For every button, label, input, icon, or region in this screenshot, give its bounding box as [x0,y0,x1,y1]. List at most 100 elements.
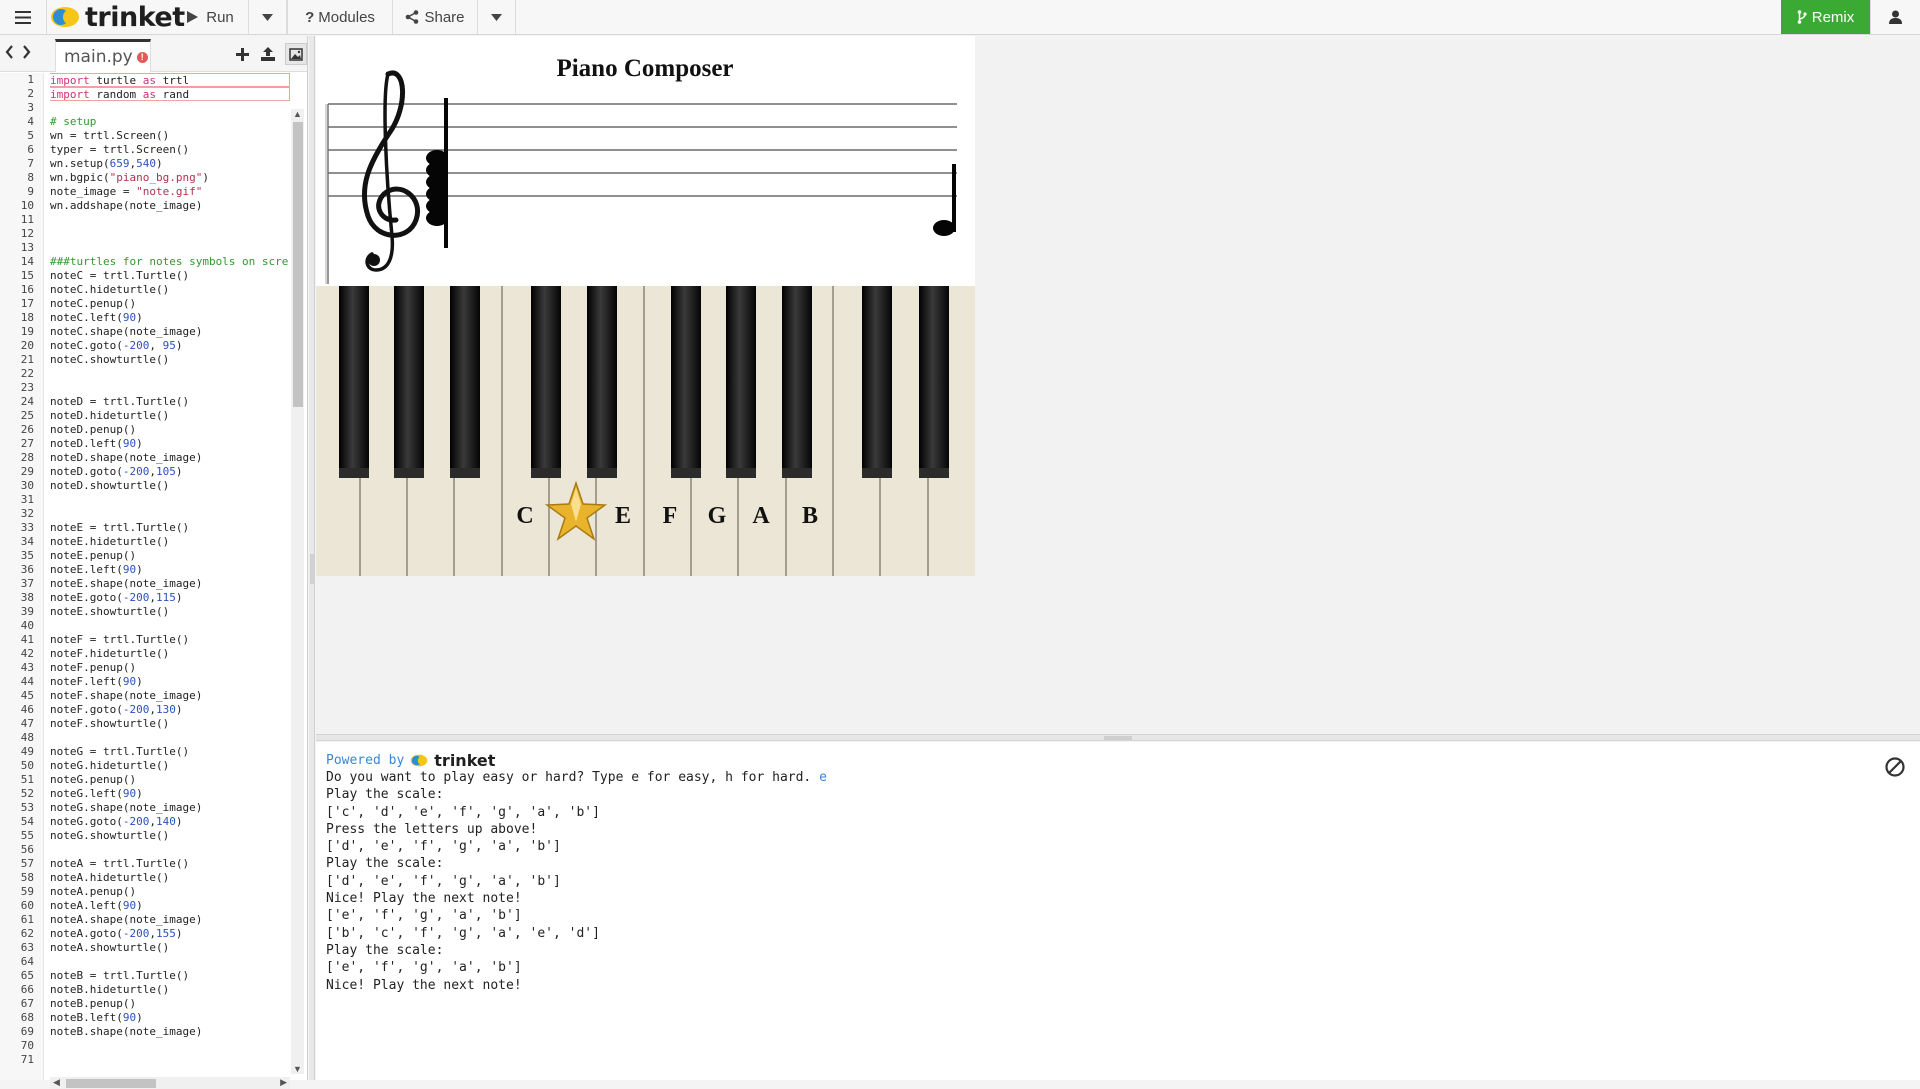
code-line[interactable]: noteC.hideturtle() [50,283,290,297]
code-line[interactable]: noteD = trtl.Turtle() [50,395,290,409]
trinket-logo[interactable]: trinket [50,1,185,33]
code-line[interactable]: noteE.showturtle() [50,605,290,619]
code-line[interactable]: noteG = trtl.Turtle() [50,745,290,759]
code-line[interactable]: wn.bgpic("piano_bg.png") [50,171,290,185]
splitter-grip[interactable] [1104,736,1132,740]
run-button[interactable]: Run [173,0,249,34]
code-line[interactable]: noteE.shape(note_image) [50,577,290,591]
code-line[interactable]: noteE.goto(-200,115) [50,591,290,605]
code-line[interactable] [50,955,290,969]
code-line[interactable]: noteA.penup() [50,885,290,899]
horizontal-pane-splitter[interactable] [316,734,1920,741]
code-line[interactable] [50,367,290,381]
code-line[interactable]: noteD.penup() [50,423,290,437]
code-line[interactable]: noteG.showturtle() [50,829,290,843]
share-options-dropdown[interactable] [478,0,516,34]
scrollbar-thumb[interactable] [293,122,303,407]
code-line[interactable]: noteC.penup() [50,297,290,311]
file-tab-main-py[interactable]: main.py ! [55,39,151,72]
code-line[interactable]: noteC = trtl.Turtle() [50,269,290,283]
code-line[interactable]: noteB.left(90) [50,1011,290,1025]
code-line[interactable]: noteE.left(90) [50,563,290,577]
console-output[interactable]: Powered by trinket Do you want to play e… [316,742,1920,1080]
scroll-down-icon[interactable]: ▼ [293,1064,302,1074]
code-line[interactable]: noteF = trtl.Turtle() [50,633,290,647]
modules-button[interactable]: ? Modules [287,0,393,34]
code-line[interactable]: noteG.penup() [50,773,290,787]
code-line[interactable]: noteF.goto(-200,130) [50,703,290,717]
image-library-button[interactable] [285,43,307,65]
code-line[interactable]: noteF.penup() [50,661,290,675]
menu-button[interactable] [0,0,47,34]
clear-console-button[interactable] [1884,756,1906,778]
code-line[interactable]: import random as rand [50,87,290,101]
code-line[interactable]: noteD.hideturtle() [50,409,290,423]
code-line[interactable]: # setup [50,115,290,129]
code-line[interactable]: noteE.hideturtle() [50,535,290,549]
code-line[interactable] [50,213,290,227]
code-line[interactable]: noteG.goto(-200,140) [50,815,290,829]
code-line[interactable]: noteA = trtl.Turtle() [50,857,290,871]
code-line[interactable]: wn = trtl.Screen() [50,129,290,143]
code-line[interactable]: noteD.showturtle() [50,479,290,493]
code-line[interactable]: noteC.shape(note_image) [50,325,290,339]
splitter-grip[interactable] [310,554,314,584]
code-line[interactable]: noteB.hideturtle() [50,983,290,997]
code-line[interactable]: noteB.penup() [50,997,290,1011]
code-line[interactable]: noteC.goto(-200, 95) [50,339,290,353]
code-line[interactable]: ###turtles for notes symbols on scre [50,255,290,269]
code-line[interactable] [50,101,290,115]
code-line[interactable]: note_image = "note.gif" [50,185,290,199]
code-line[interactable] [50,493,290,507]
code-line[interactable]: wn.addshape(note_image) [50,199,290,213]
code-line[interactable]: noteA.hideturtle() [50,871,290,885]
code-line[interactable]: noteE.penup() [50,549,290,563]
code-area[interactable]: import turtle as trtl import random as ra… [50,73,290,1079]
scroll-up-icon[interactable]: ▲ [293,109,302,119]
code-line[interactable] [50,619,290,633]
share-button[interactable]: Share [393,0,478,34]
code-line[interactable]: noteG.shape(note_image) [50,801,290,815]
upload-file-button[interactable] [259,45,277,63]
powered-by-trinket[interactable]: Powered by trinket [326,751,1920,770]
editor-horizontal-scrollbar[interactable]: ◀ ▶ [50,1077,290,1089]
chevron-left-icon[interactable] [4,44,15,60]
code-line[interactable]: typer = trtl.Screen() [50,143,290,157]
code-line[interactable] [50,381,290,395]
code-line[interactable]: noteD.goto(-200,105) [50,465,290,479]
code-line[interactable]: noteF.shape(note_image) [50,689,290,703]
code-line[interactable]: noteA.showturtle() [50,941,290,955]
code-line[interactable]: wn.setup(659,540) [50,157,290,171]
code-line[interactable]: noteC.left(90) [50,311,290,325]
run-options-dropdown[interactable] [249,0,287,34]
code-line[interactable]: noteF.left(90) [50,675,290,689]
turtle-canvas[interactable]: Piano Composer C E F G A B [316,36,975,576]
code-line[interactable]: noteC.showturtle() [50,353,290,367]
code-line[interactable]: noteD.shape(note_image) [50,451,290,465]
code-line[interactable]: noteB = trtl.Turtle() [50,969,290,983]
scroll-left-icon[interactable]: ◀ [53,1077,60,1088]
code-line[interactable] [50,227,290,241]
scroll-right-icon[interactable]: ▶ [280,1077,287,1088]
code-line[interactable]: noteA.goto(-200,155) [50,927,290,941]
chevron-right-icon[interactable] [21,44,32,60]
code-line[interactable]: noteA.shape(note_image) [50,913,290,927]
code-line[interactable] [50,1053,290,1067]
code-line[interactable]: noteF.hideturtle() [50,647,290,661]
code-line[interactable]: noteG.hideturtle() [50,759,290,773]
code-line[interactable] [50,731,290,745]
code-line[interactable] [50,241,290,255]
code-line[interactable] [50,1039,290,1053]
code-line[interactable]: noteA.left(90) [50,899,290,913]
code-line[interactable] [50,843,290,857]
editor-vertical-scrollbar[interactable]: ▲ ▼ [291,109,304,1074]
code-line[interactable]: noteE = trtl.Turtle() [50,521,290,535]
code-line[interactable]: noteF.showturtle() [50,717,290,731]
remix-button[interactable]: Remix [1781,0,1870,34]
code-line[interactable]: noteD.left(90) [50,437,290,451]
code-line[interactable]: import turtle as trtl [50,73,290,87]
vertical-pane-splitter[interactable] [309,36,315,1080]
code-line[interactable]: noteG.left(90) [50,787,290,801]
code-line[interactable]: noteB.shape(note_image) [50,1025,290,1039]
add-file-button[interactable] [233,45,251,63]
